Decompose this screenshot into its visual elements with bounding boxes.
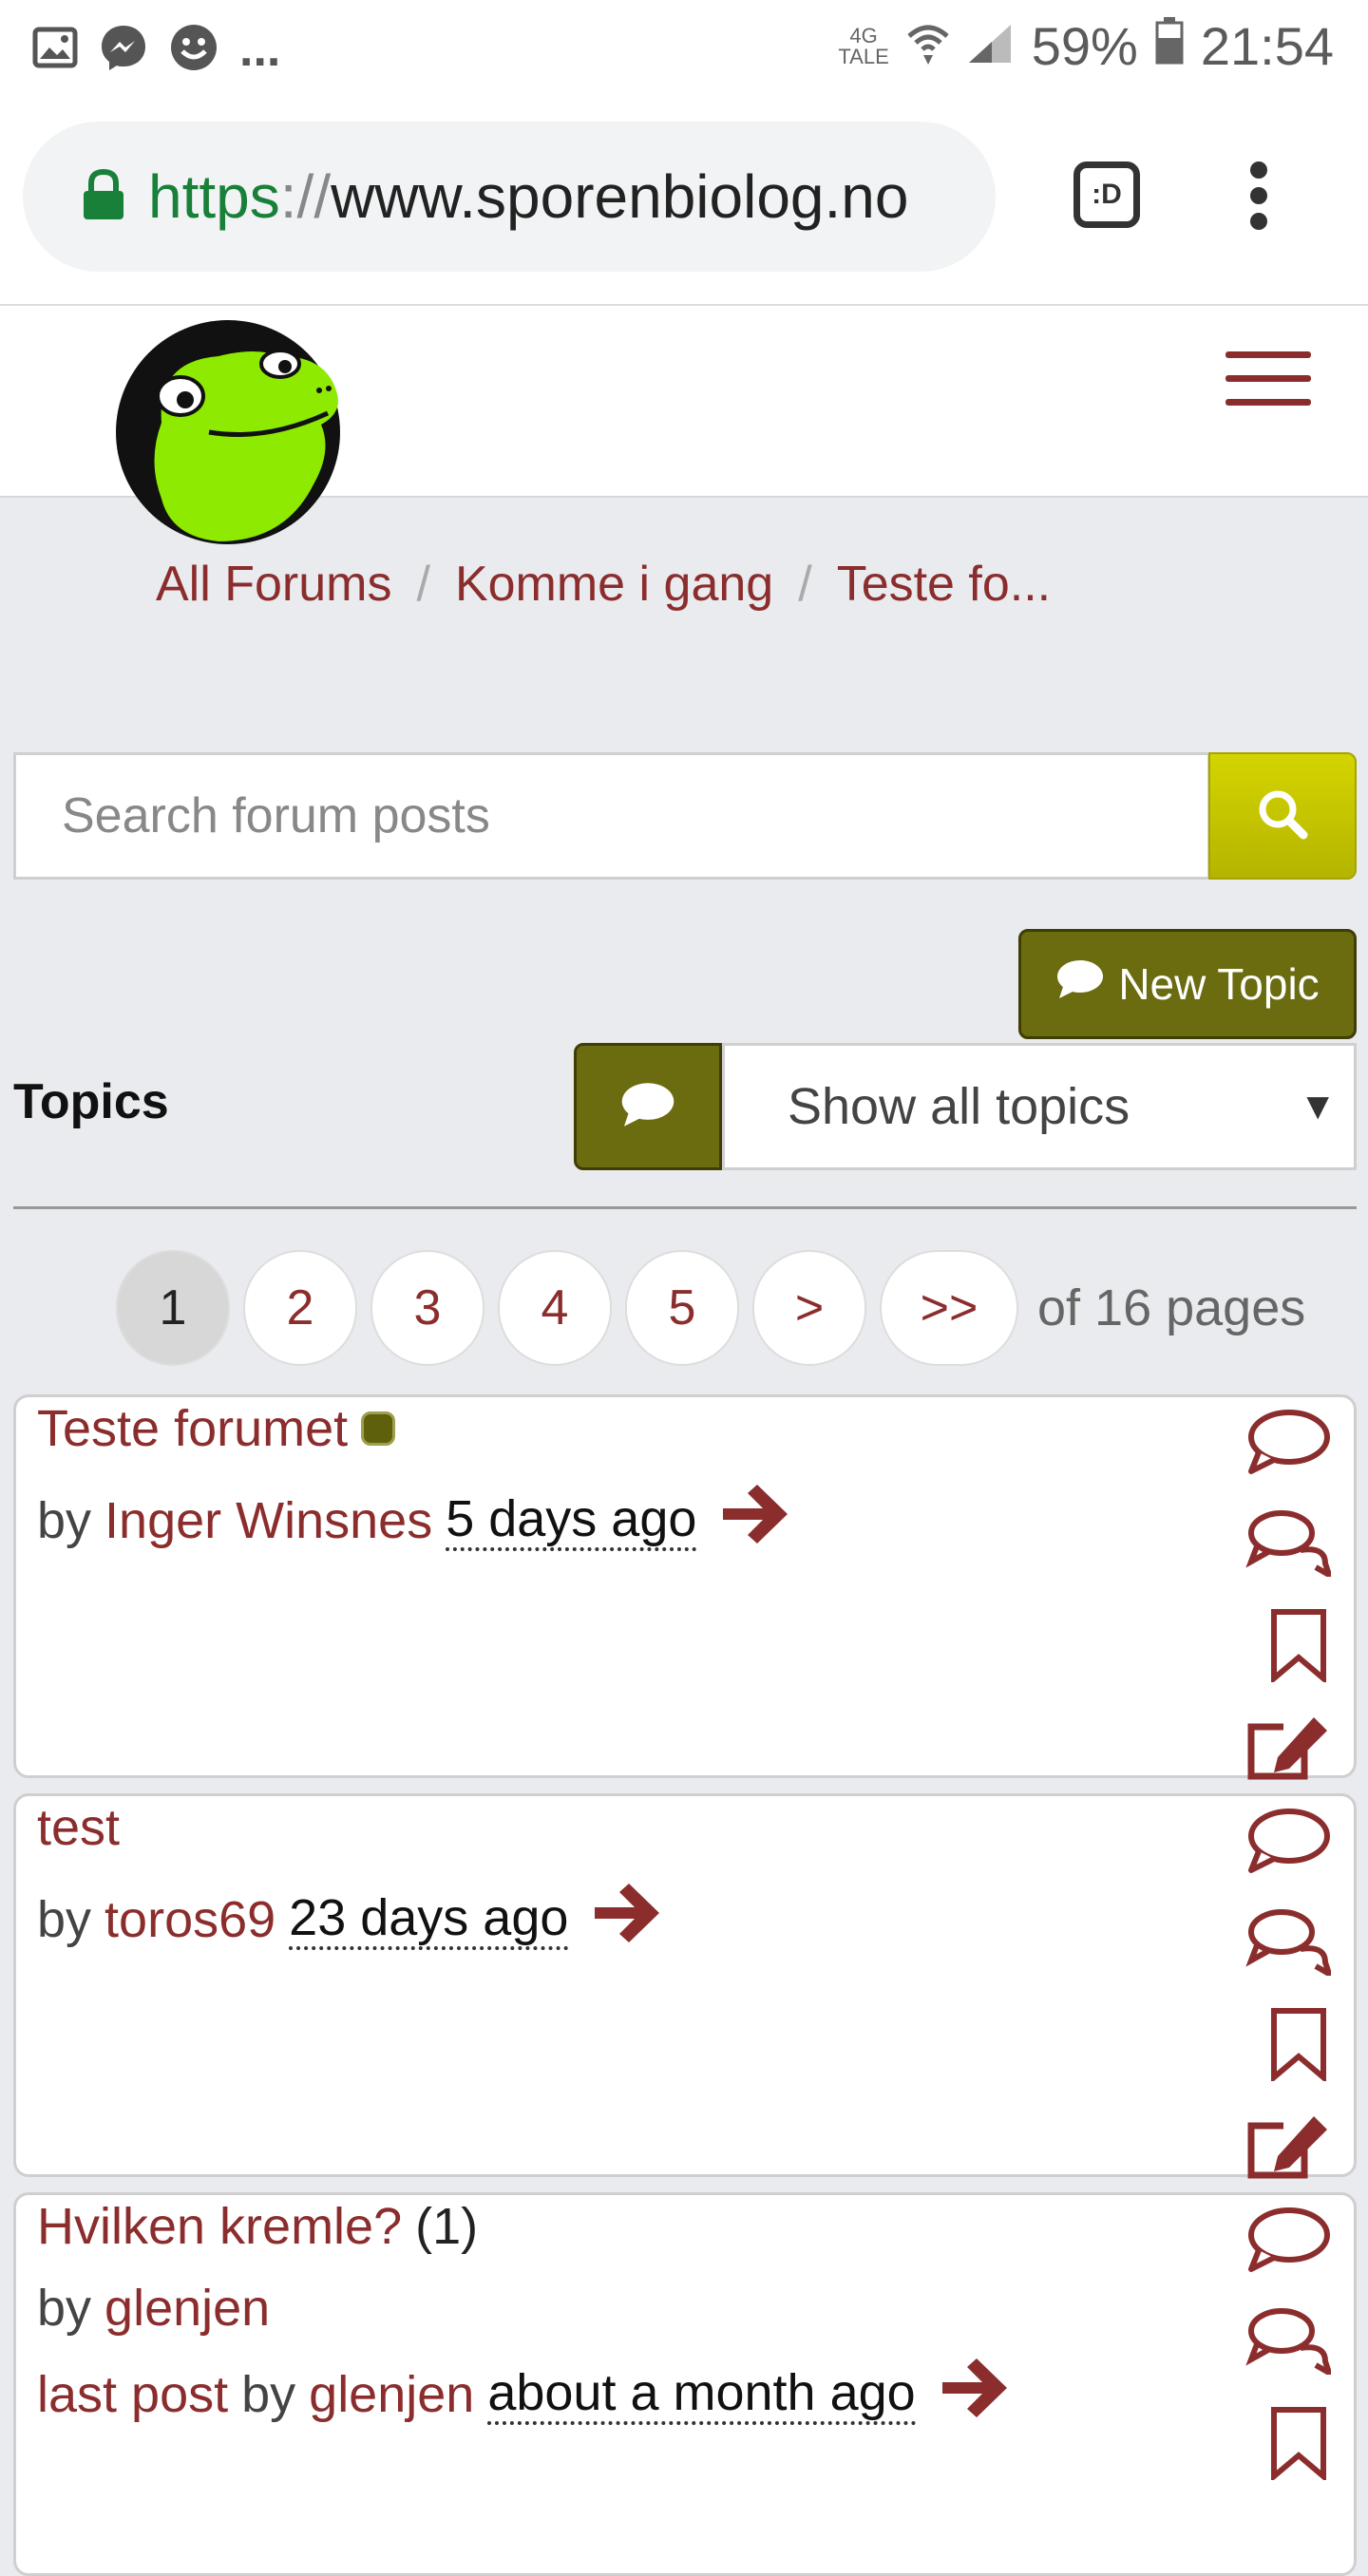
url-separator: ://	[279, 162, 332, 231]
by-label: by	[37, 1890, 92, 1948]
comment-icon	[619, 1081, 676, 1133]
comments-icon[interactable]	[1245, 1508, 1335, 1582]
topic-meta: by toros69 23 days ago	[37, 1880, 663, 1959]
last-post-author[interactable]: glenjen	[309, 2365, 474, 2424]
topic-actions	[1245, 2207, 1335, 2511]
lock-icon	[82, 168, 125, 226]
reply-count: (1)	[415, 2198, 479, 2255]
page-count-info: of 16 pages	[1037, 1279, 1306, 1336]
status-bar: ... 4G TALE 59% 21:54	[0, 0, 1368, 95]
search-input[interactable]	[16, 786, 1185, 845]
comments-icon[interactable]	[1245, 1907, 1335, 1980]
battery-percent: 59%	[1031, 16, 1138, 76]
topic-title-row: Teste forumet	[37, 1399, 396, 1458]
bookmark-icon[interactable]	[1245, 2007, 1331, 2086]
topic-card: test by toros69 23 days ago	[13, 1793, 1357, 2179]
reply-bubble-icon[interactable]	[1245, 1409, 1331, 1482]
topic-title[interactable]: Teste forumet	[37, 1399, 348, 1458]
dropdown-caret-icon: ▼	[1299, 1085, 1337, 1127]
smiley-icon	[169, 23, 218, 77]
topic-actions	[1245, 1808, 1335, 2212]
topic-filter-icon-button[interactable]	[574, 1043, 722, 1170]
topic-time: 5 days ago	[446, 1490, 697, 1551]
bookmark-icon[interactable]	[1245, 1608, 1331, 1687]
topic-title[interactable]: Hvilken kremle?	[37, 2197, 402, 2256]
bookmark-icon[interactable]	[1245, 2406, 1331, 2485]
topic-meta: by Inger Winsnes 5 days ago	[37, 1481, 791, 1560]
topic-author[interactable]: glenjen	[104, 2279, 270, 2338]
tab-switcher-label: :D	[1092, 179, 1122, 210]
topic-filter-value: Show all topics	[788, 1078, 1130, 1135]
reply-bubble-icon[interactable]	[1245, 2207, 1331, 2280]
search-icon	[1256, 787, 1309, 845]
page-4-button[interactable]: 4	[498, 1250, 612, 1366]
topic-time: about a month ago	[487, 2364, 916, 2425]
search-button[interactable]	[1208, 752, 1357, 880]
pagination: 1 2 3 4 5 > >> of 16 pages	[116, 1250, 1305, 1366]
breadcrumb-current[interactable]: Teste fo...	[837, 556, 1051, 613]
topics-heading: Topics	[13, 1074, 169, 1129]
edit-icon[interactable]	[1245, 1714, 1331, 1787]
page-5-button[interactable]: 5	[625, 1250, 739, 1366]
tab-switcher-button[interactable]: :D	[1074, 161, 1140, 228]
by-label: by	[241, 2365, 296, 2423]
network-type: 4G TALE	[838, 23, 889, 68]
go-to-post-arrow-icon[interactable]	[939, 2355, 1011, 2434]
breadcrumb-separator: /	[798, 557, 812, 612]
new-topic-label: New Topic	[1118, 959, 1320, 1009]
topic-card: Teste forumet by Inger Winsnes 5 days ag…	[13, 1394, 1357, 1780]
comments-icon[interactable]	[1245, 2306, 1335, 2379]
page-3-button[interactable]: 3	[370, 1250, 484, 1366]
topic-title[interactable]: test	[37, 1798, 120, 1857]
topic-title-row: test	[37, 1798, 120, 1857]
topic-time: 23 days ago	[289, 1889, 569, 1950]
url-scheme: https	[148, 162, 280, 231]
more-notifications-text: ...	[239, 22, 281, 77]
by-label: by	[37, 1491, 92, 1549]
battery-icon	[1155, 15, 1184, 77]
topic-title-row: Hvilken kremle? (1)	[37, 2197, 478, 2256]
go-to-post-arrow-icon[interactable]	[719, 1481, 791, 1560]
divider	[13, 1206, 1357, 1209]
comment-icon	[1055, 958, 1105, 1011]
topic-actions	[1245, 1409, 1335, 1813]
topic-meta: by glenjen	[37, 2279, 270, 2338]
unread-status-icon	[361, 1411, 396, 1446]
page-1-button[interactable]: 1	[116, 1250, 230, 1366]
browser-menu-icon[interactable]	[1244, 161, 1273, 237]
topic-card: Hvilken kremle? (1) by glenjen last post…	[13, 2192, 1357, 2576]
breadcrumb: All Forums / Komme i gang / Teste fo...	[156, 556, 1051, 613]
frog-logo[interactable]	[104, 318, 352, 546]
new-topic-button[interactable]: New Topic	[1018, 929, 1357, 1039]
image-notification-icon	[32, 27, 78, 73]
topic-author[interactable]: toros69	[104, 1890, 276, 1949]
messenger-icon	[99, 23, 148, 77]
next-page-button[interactable]: >	[752, 1250, 866, 1366]
wifi-icon	[906, 15, 950, 77]
network-type-top: 4G	[849, 23, 878, 47]
network-type-bottom: TALE	[838, 44, 889, 68]
page-2-button[interactable]: 2	[243, 1250, 357, 1366]
url-host: www.sporenbiolog.no	[331, 162, 909, 231]
last-post-label[interactable]: last post	[37, 2365, 228, 2424]
url-bar[interactable]: https://www.sporenbiolog.no	[23, 122, 996, 272]
signal-icon	[967, 15, 1015, 77]
browser-toolbar: https://www.sporenbiolog.no :D	[0, 95, 1368, 304]
go-to-post-arrow-icon[interactable]	[591, 1880, 663, 1959]
breadcrumb-komme-i-gang[interactable]: Komme i gang	[455, 556, 773, 613]
topic-author[interactable]: Inger Winsnes	[104, 1491, 432, 1550]
url-text[interactable]: https://www.sporenbiolog.no	[148, 161, 975, 232]
topic-filter-select[interactable]: Show all topics ▼	[722, 1043, 1357, 1170]
clock: 21:54	[1200, 16, 1334, 76]
breadcrumb-all-forums[interactable]: All Forums	[156, 556, 391, 613]
breadcrumb-separator: /	[416, 557, 430, 612]
last-post-meta: last post by glenjen about a month ago	[37, 2355, 1011, 2434]
reply-bubble-icon[interactable]	[1245, 1808, 1331, 1881]
search-box	[13, 752, 1210, 880]
by-label: by	[37, 2280, 92, 2337]
hamburger-menu-icon[interactable]	[1226, 351, 1311, 408]
edit-icon[interactable]	[1245, 2112, 1331, 2186]
last-page-button[interactable]: >>	[880, 1250, 1018, 1366]
